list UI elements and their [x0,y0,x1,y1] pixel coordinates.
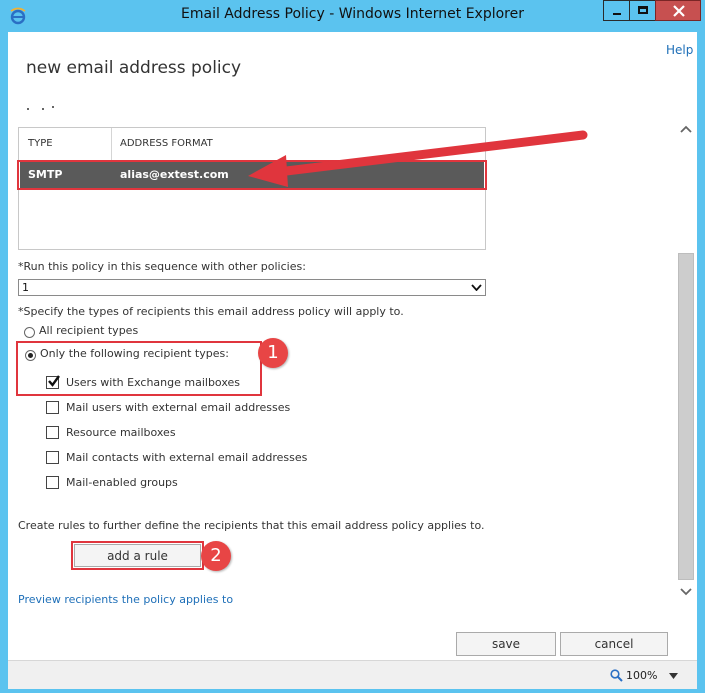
minimize-icon [613,13,621,15]
highlight-box [71,541,204,570]
cancel-button[interactable]: cancel [560,632,668,656]
resource-mailboxes-label[interactable]: Resource mailboxes [66,426,176,439]
vertical-scrollbar[interactable] [678,120,694,600]
column-divider [111,128,112,160]
dot-mark [42,108,44,110]
highlight-box [16,341,262,396]
all-recipient-types-label[interactable]: All recipient types [39,324,138,337]
sequence-value: 1 [22,281,29,294]
recipients-label: *Specify the types of recipients this em… [18,305,404,318]
zoom-dropdown-icon[interactable] [669,673,678,679]
rules-label: Create rules to further define the recip… [18,519,485,532]
help-link[interactable]: Help [666,43,693,57]
mail-users-external-label[interactable]: Mail users with external email addresses [66,401,290,414]
save-button[interactable]: save [456,632,556,656]
column-header-type[interactable]: TYPE [28,128,53,160]
dot-mark [27,108,29,110]
close-icon [673,5,685,17]
maximize-button[interactable] [629,0,656,21]
sequence-select[interactable]: 1 [18,279,486,296]
browser-window: Email Address Policy - Windows Internet … [0,0,705,693]
all-recipient-types-radio[interactable] [24,327,35,338]
mail-enabled-groups-label[interactable]: Mail-enabled groups [66,476,178,489]
mail-users-external-checkbox[interactable] [46,401,59,414]
close-button[interactable] [655,0,701,21]
scrollbar-thumb[interactable] [678,253,694,580]
window-title: Email Address Policy - Windows Internet … [181,6,524,22]
sequence-label: *Run this policy in this sequence with o… [18,260,306,273]
dot-mark [52,106,54,108]
chevron-down-icon [471,284,482,291]
annotation-arrow-icon [248,130,588,187]
status-bar: 100% [8,660,697,689]
scroll-down-icon[interactable] [680,588,692,596]
annotation-badge-2: 2 [201,541,231,571]
resource-mailboxes-checkbox[interactable] [46,426,59,439]
mail-contacts-external-label[interactable]: Mail contacts with external email addres… [66,451,307,464]
page-content: Help new email address policy TYPE ADDRE… [8,32,697,660]
zoom-level[interactable]: 100% [626,669,657,682]
page-title: new email address policy [26,58,242,78]
minimize-button[interactable] [603,0,630,21]
scroll-up-icon[interactable] [680,125,692,133]
preview-recipients-link[interactable]: Preview recipients the policy applies to [18,593,233,606]
column-header-address-format[interactable]: ADDRESS FORMAT [120,128,213,160]
annotation-badge-1: 1 [258,338,288,368]
zoom-icon[interactable] [610,669,623,682]
mail-enabled-groups-checkbox[interactable] [46,476,59,489]
maximize-icon [638,6,648,14]
mail-contacts-external-checkbox[interactable] [46,451,59,464]
title-bar: Email Address Policy - Windows Internet … [0,0,705,32]
